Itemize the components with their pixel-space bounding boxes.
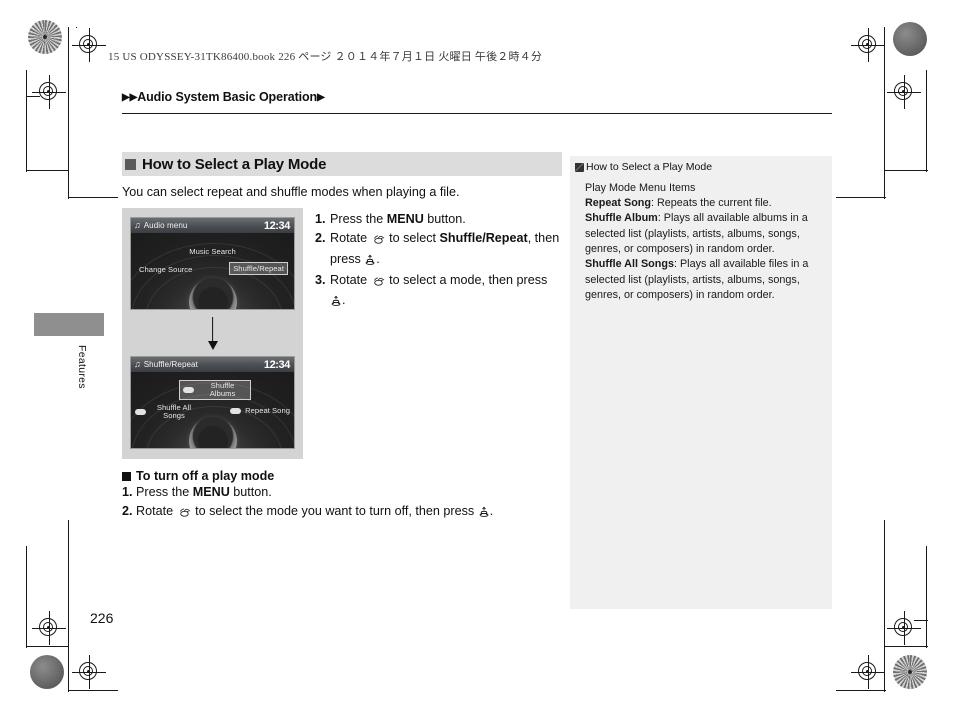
step-number: 2. xyxy=(315,231,326,246)
rotary-knob-icon xyxy=(372,231,385,249)
chapter-side-label: Features xyxy=(76,345,88,389)
breadcrumb-prefix-icon: ▶▶ xyxy=(122,92,138,103)
screen-one-body: Music Search Change Source Shuffle/Repea… xyxy=(131,233,294,309)
page-number: 226 xyxy=(90,610,114,626)
section-intro: You can select repeat and shuffle modes … xyxy=(122,185,460,199)
shuffle-albums-indicator-icon xyxy=(183,386,194,393)
sidebar-entry: Repeat Song: Repeats the current file. xyxy=(585,196,824,211)
registration-crosshair-icon xyxy=(887,611,921,645)
instruction-step: 2. Rotate to select Shuffle/Repeat, then… xyxy=(315,229,562,270)
trim-mark-left-middle xyxy=(26,96,40,98)
header-rule xyxy=(122,113,832,115)
instruction-step: 1. Press the MENU button. xyxy=(315,210,562,228)
registration-rosette-icon xyxy=(893,655,927,689)
chapter-thumb-tab xyxy=(34,313,104,336)
sidebar-heading-text: How to Select a Play Mode xyxy=(586,161,713,173)
screen-one-left-label: Change Source xyxy=(139,265,193,274)
sidebar-heading: How to Select a Play Mode xyxy=(575,161,824,175)
sidebar-body: Play Mode Menu Items Repeat Song: Repeat… xyxy=(575,181,824,304)
screen-one-clock: 12:34 xyxy=(263,219,291,232)
registration-dot-icon xyxy=(893,22,927,56)
step-text: Rotate to select a mode, then press . xyxy=(330,271,562,312)
registration-dot-icon xyxy=(30,655,64,689)
screen-two-right-label: Repeat Song xyxy=(245,406,290,415)
screen-two-top-label: Shuffle Albums xyxy=(209,381,236,398)
registration-crosshair-icon xyxy=(851,655,885,689)
page-title: How to Select a Play Mode xyxy=(142,155,327,173)
registration-crosshair-icon xyxy=(851,28,885,62)
screen-one-title: Audio menu xyxy=(143,221,188,230)
subsection-step: 2. Rotate to select the mode you want to… xyxy=(122,502,562,523)
sidebar-entry: Shuffle All Songs: Plays all available f… xyxy=(585,257,824,303)
screen-one-right-label: Shuffle/Repeat xyxy=(229,262,288,275)
step-number: 3. xyxy=(315,272,326,287)
breadcrumb-title: Audio System Basic Operation xyxy=(137,90,318,104)
registration-crosshair-icon xyxy=(887,75,921,109)
screen-two-clock: 12:34 xyxy=(263,358,291,371)
sidebar-entry-term: Repeat Song xyxy=(585,196,651,209)
navigation-screen-figure: ♫ Audio menu 12:34 Music Search Change S… xyxy=(122,208,303,459)
subsection-step: 1. Press the MENU button. xyxy=(122,483,562,502)
breadcrumb-suffix-icon: ▶ xyxy=(317,92,325,103)
step-number: 2. xyxy=(122,503,133,518)
figure-and-steps-row: ♫ Audio menu 12:34 Music Search Change S… xyxy=(122,208,562,459)
screen-two-left-option: Shuffle All Songs xyxy=(135,404,198,420)
screen-two-top-option: Shuffle Albums xyxy=(179,380,251,400)
screen-two-right-option: Repeat Song xyxy=(230,406,290,415)
registration-crosshair-icon xyxy=(72,655,106,689)
rotary-knob-icon xyxy=(372,273,385,291)
subsection-turn-off-play-mode: To turn off a play mode 1. Press the MEN… xyxy=(122,469,562,523)
registration-crosshair-icon xyxy=(32,75,66,109)
step-text: Press the MENU button. xyxy=(330,212,466,226)
subsection-heading: To turn off a play mode xyxy=(122,469,562,483)
music-note-icon: ♫ xyxy=(134,220,141,230)
step-text: Press the MENU button. xyxy=(136,485,272,499)
step-number: 1. xyxy=(315,212,326,226)
screen-two-body: Shuffle Albums Shuffle All Songs Repeat … xyxy=(131,372,294,448)
flow-arrow-down-icon xyxy=(130,310,295,356)
sidebar-entry-term: Shuffle All Songs xyxy=(585,258,674,271)
screen-audio-menu: ♫ Audio menu 12:34 Music Search Change S… xyxy=(130,217,295,310)
press-knob-icon xyxy=(479,504,489,523)
press-knob-icon xyxy=(331,293,341,311)
subsection-bullet-icon xyxy=(122,471,131,481)
subsection-heading-text: To turn off a play mode xyxy=(136,469,275,483)
sidebar-subtitle: Play Mode Menu Items xyxy=(585,181,696,194)
repeat-song-indicator-icon xyxy=(230,407,242,414)
press-knob-icon xyxy=(365,252,375,270)
step-text: Rotate to select Shuffle/Repeat, then pr… xyxy=(330,229,562,270)
registration-crosshair-icon xyxy=(72,28,106,62)
screen-two-title: Shuffle/Repeat xyxy=(143,360,198,369)
instruction-step: 3. Rotate to select a mode, then press . xyxy=(315,271,562,312)
manual-page: 15 US ODYSSEY-31TK86400.book 226 ページ ２０１… xyxy=(0,0,954,718)
registration-rosette-icon xyxy=(28,20,62,54)
section-heading: How to Select a Play Mode xyxy=(122,152,562,176)
step-number: 1. xyxy=(122,485,133,499)
sidebar-entry: Shuffle Album: Plays all available album… xyxy=(585,211,824,257)
registration-crosshair-icon xyxy=(32,611,66,645)
step-text: Rotate to select the mode you want to tu… xyxy=(136,502,493,523)
sidebar-entry-term: Shuffle Album xyxy=(585,212,658,225)
screen-one-center-label: Music Search xyxy=(189,247,236,256)
screen-two-titlebar: ♫ Shuffle/Repeat 12:34 xyxy=(131,357,294,372)
instruction-step-list: 1. Press the MENU button. 2. Rotate to s… xyxy=(315,208,562,312)
rotary-knob-icon xyxy=(178,504,191,523)
shuffle-all-songs-indicator-icon xyxy=(135,408,146,415)
screen-two-left-label: Shuffle All Songs xyxy=(156,403,192,420)
breadcrumb: ▶▶Audio System Basic Operation▶ xyxy=(122,90,325,104)
reference-sidebar: How to Select a Play Mode Play Mode Menu… xyxy=(570,156,832,609)
section-bullet-icon xyxy=(125,158,136,170)
printer-slug-line: 15 US ODYSSEY-31TK86400.book 226 ページ ２０１… xyxy=(108,51,543,63)
screen-shuffle-repeat: ♫ Shuffle/Repeat 12:34 Shuffle Albums Sh… xyxy=(130,356,295,449)
main-content-column: How to Select a Play Mode You can select… xyxy=(122,152,562,523)
sidebar-entry-desc: : Repeats the current file. xyxy=(651,196,772,209)
trim-mark-right-middle xyxy=(914,620,928,622)
music-note-icon: ♫ xyxy=(134,359,141,369)
screen-one-titlebar: ♫ Audio menu 12:34 xyxy=(131,218,294,233)
sidebar-marker-icon xyxy=(575,163,584,172)
